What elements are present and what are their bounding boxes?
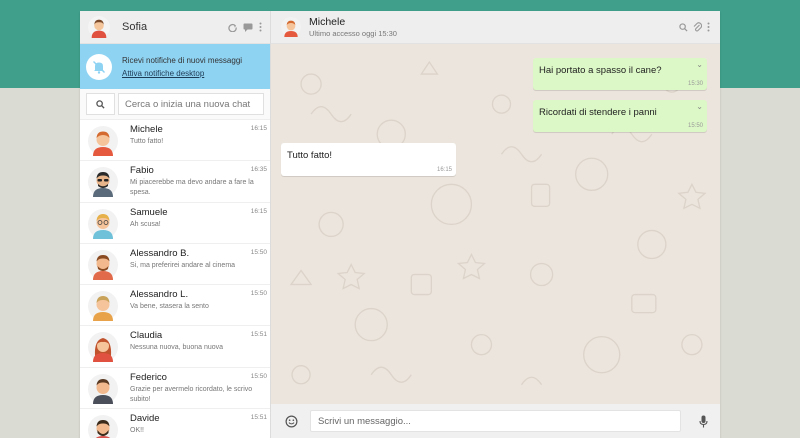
contact-item[interactable]: Michele Tutto fatto! 16:15	[80, 120, 270, 162]
contact-time: 16:35	[250, 166, 267, 174]
contact-name: Alessandro B.	[130, 247, 190, 259]
contact-item[interactable]: Alessandro B. Si, ma preferirei andare a…	[80, 244, 270, 286]
contact-time: 15:51	[250, 331, 267, 339]
contact-item[interactable]: Alessandro L. Va bene, stasera la sento …	[80, 285, 270, 327]
contact-avatar	[88, 208, 118, 239]
contact-avatar	[88, 249, 118, 280]
contact-avatar	[88, 373, 118, 404]
contact-time: 15:51	[250, 414, 267, 422]
contact-last-message: Va bene, stasera la sento	[130, 303, 209, 311]
message-input[interactable]	[310, 410, 681, 432]
contact-avatar	[88, 291, 118, 322]
contact-avatar	[88, 332, 118, 363]
chat-panel: Michele Ultimo accesso oggi 15:30 Hai po…	[271, 11, 720, 438]
contact-last-message: Ah scusa!	[130, 220, 161, 228]
contact-name: Alessandro L.	[130, 289, 189, 301]
attach-icon[interactable]	[693, 22, 702, 32]
chat-contact-avatar[interactable]	[281, 16, 301, 38]
contact-item[interactable]: Fabio Mi piacerebbe ma devo andare a far…	[80, 161, 270, 203]
contact-name: Federico	[130, 371, 167, 383]
user-avatar[interactable]	[88, 16, 110, 38]
message-time: 15:50	[687, 123, 703, 129]
chat-app-window: Sofia Ricevi notifiche di nuovi messaggi…	[80, 11, 720, 438]
notification-off-icon	[86, 53, 112, 80]
received-message-bubble[interactable]: Tutto fatto! 16:15	[281, 143, 456, 176]
contact-last-message: Si, ma preferirei andare al cinema	[130, 261, 236, 269]
contact-last-message: Mi piacerebbe ma devo andare a fare la s…	[130, 179, 254, 197]
search-input[interactable]	[118, 93, 264, 115]
contact-avatar	[88, 126, 118, 156]
sent-message-bubble[interactable]: Hai portato a spasso il cane? ⌄ 15:30	[533, 58, 707, 90]
chat-last-seen: Ultimo accesso oggi 15:30	[309, 28, 397, 38]
menu-icon[interactable]	[259, 22, 262, 32]
contact-name: Fabio	[130, 165, 154, 177]
contact-last-message: Grazie per avermelo ricordato, le scrivo…	[130, 385, 253, 403]
search-bar	[80, 89, 270, 120]
chat-header: Michele Ultimo accesso oggi 15:30	[271, 11, 720, 44]
chat-wallpaper	[289, 60, 707, 386]
contact-time: 15:50	[250, 372, 267, 380]
sidebar: Sofia Ricevi notifiche di nuovi messaggi…	[80, 11, 271, 438]
chevron-down-icon[interactable]: ⌄	[696, 102, 703, 111]
contact-item[interactable]: Davide OK!! 15:51	[80, 409, 270, 438]
message-composer	[271, 404, 720, 438]
notification-banner: Ricevi notifiche di nuovi messaggi Attiv…	[80, 44, 270, 89]
contact-time: 15:50	[250, 248, 267, 256]
contact-name: Davide	[130, 413, 160, 425]
message-time: 16:15	[436, 167, 452, 173]
message-area: Hai portato a spasso il cane? ⌄ 15:30 Ri…	[271, 44, 720, 404]
search-icon	[96, 99, 105, 109]
contact-last-message: OK!!	[130, 427, 145, 435]
message-text: Ricordati di stendere i panni	[539, 107, 657, 118]
enable-desktop-notifications-link[interactable]: Attiva notifiche desktop	[122, 67, 242, 80]
contact-time: 15:50	[250, 290, 267, 298]
search-icon[interactable]	[679, 22, 688, 32]
contact-avatar	[88, 167, 118, 198]
contact-name: Samuele	[130, 206, 168, 218]
message-text: Tutto fatto!	[287, 150, 333, 161]
user-name: Sofia	[122, 21, 148, 33]
contact-item[interactable]: Claudia Nessuna nuova, buona nuova 15:51	[80, 326, 270, 368]
contact-list: Michele Tutto fatto! 16:15 Fabio Mi piac…	[80, 120, 270, 438]
contact-last-message: Nessuna nuova, buona nuova	[130, 344, 224, 352]
chat-contact-name: Michele	[309, 15, 346, 28]
menu-icon[interactable]	[707, 22, 710, 32]
message-text: Hai portato a spasso il cane?	[539, 65, 662, 76]
notification-title: Ricevi notifiche di nuovi messaggi	[122, 55, 243, 65]
contact-name: Claudia	[130, 330, 163, 342]
contact-item[interactable]: Samuele Ah scusa! 16:15	[80, 203, 270, 244]
microphone-icon[interactable]	[699, 415, 708, 428]
sidebar-header: Sofia	[80, 11, 270, 44]
contact-avatar	[88, 415, 118, 438]
contact-time: 16:15	[250, 125, 267, 132]
emoji-icon[interactable]	[285, 415, 298, 428]
chat-icon[interactable]	[243, 23, 253, 32]
contact-item[interactable]: Federico Grazie per avermelo ricordato, …	[80, 368, 270, 410]
refresh-icon[interactable]	[228, 23, 237, 32]
contact-name: Michele	[130, 124, 163, 135]
chevron-down-icon[interactable]: ⌄	[696, 60, 703, 69]
contact-last-message: Tutto fatto!	[130, 138, 164, 145]
search-button[interactable]	[86, 93, 115, 115]
contact-time: 16:15	[250, 207, 267, 215]
sent-message-bubble[interactable]: Ricordati di stendere i panni ⌄ 15:50	[533, 100, 707, 132]
message-time: 15:30	[687, 81, 703, 87]
